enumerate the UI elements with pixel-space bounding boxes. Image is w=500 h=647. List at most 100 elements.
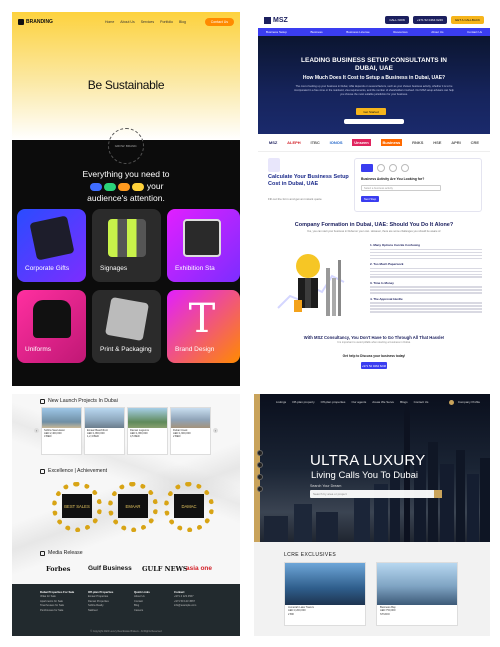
get-started-button[interactable]: Get Started <box>356 108 386 115</box>
company-profile-link[interactable]: Company Profile <box>458 400 480 404</box>
listing-card[interactable]: Jumeirah Lake Towers AED 3,200,000 2 BR <box>284 562 366 626</box>
media-logo-gulf-news: GULF NEWS <box>142 565 188 573</box>
main-menu: Business Setup Business Business License… <box>258 28 490 36</box>
branding-site-screenshot: BRANDING Home About Us Services Portfoli… <box>12 12 240 386</box>
phone-cta-button[interactable]: +971 52 0464 6246 <box>361 362 387 369</box>
tagline-line-1: Everything you need to <box>82 169 170 179</box>
project-card[interactable]: Emaar Beachfront AED 1,800,000 1,2,3 BED <box>84 407 125 455</box>
search-input[interactable]: Search by area or project <box>310 490 442 498</box>
social-icons <box>257 450 263 492</box>
tagline: Everything you need to your audience's a… <box>12 168 240 204</box>
step-active-icon <box>361 164 373 172</box>
carousel-prev-icon[interactable]: ‹ <box>34 428 39 433</box>
step-icon <box>401 164 409 172</box>
facebook-icon[interactable] <box>257 450 263 456</box>
partner-logo: MSZ <box>268 140 278 145</box>
listing-card[interactable]: Business Bay AED 750,000 STUDIO <box>376 562 458 626</box>
hero-headline: Be Sustainable <box>87 78 165 92</box>
service-tile-print-packaging[interactable]: Print & Packaging <box>92 290 161 363</box>
project-card[interactable]: Dubai Creek AED 1,600,000 2 BED <box>170 407 211 455</box>
challenge-heading: 2. Too Much Paperwork <box>370 261 404 266</box>
tagline-line-2: your <box>12 180 240 192</box>
calculator-title: Calculate Your Business Setup Cost in Du… <box>268 174 349 187</box>
site-logo[interactable]: BRANDING <box>18 19 53 25</box>
callback-button[interactable]: GET A CALLBACK <box>450 16 484 24</box>
nav-link-portfolio[interactable]: Portfolio <box>160 20 173 24</box>
top-nav: Listings Off-plan property Off-plan prop… <box>254 394 490 410</box>
hero-subtitle: How Much Does It Cost to Setup a Busines… <box>302 75 446 81</box>
service-tile-exhibition[interactable]: Exhibition Sta <box>167 209 240 282</box>
brand-pill-icon <box>89 182 102 191</box>
real-estate-site-screenshot: New Launch Projects In Dubai ‹ Sobha Sea… <box>12 394 240 636</box>
menu-item[interactable]: Business License <box>346 30 369 34</box>
instagram-icon[interactable] <box>257 462 263 468</box>
next-step-button[interactable]: Next Step <box>361 196 379 202</box>
nav-link-blog[interactable]: Blog <box>179 20 186 24</box>
logo-mark-icon <box>18 19 24 25</box>
call-now-button[interactable]: CALL NOW <box>385 16 409 24</box>
business-setup-site-screenshot: MSZ CALL NOW +971 52 0464 6246 GET A CAL… <box>258 12 490 386</box>
nav-link[interactable]: Off-plan property <box>292 400 314 404</box>
nav-link[interactable]: Off-plan properties <box>321 400 346 404</box>
listing-image <box>377 563 457 605</box>
businessman-illustration <box>270 238 356 324</box>
service-tile-corporate-gifts[interactable]: Corporate Gifts <box>17 209 86 282</box>
tagline-line-3: audience's attention. <box>87 193 165 203</box>
globe-icon[interactable] <box>448 399 454 405</box>
nav-link-home[interactable]: Home <box>105 20 114 24</box>
linkedin-icon[interactable] <box>257 474 263 480</box>
hero-body: The cost of setting up your business in … <box>294 85 454 96</box>
search-icon[interactable] <box>434 490 442 498</box>
service-tile-uniforms[interactable]: Uniforms <box>17 290 86 363</box>
brand-pill-icon <box>131 182 144 191</box>
copyright: © Copyright 2024 Luxury Real Estate Brok… <box>90 630 162 633</box>
logo-mark-icon <box>264 16 271 24</box>
business-activity-select[interactable]: Select a business activity <box>361 185 441 191</box>
media-logo-gulf-business: Gulf Business <box>88 565 132 572</box>
menu-item[interactable]: Business Setup <box>266 30 287 34</box>
partner-logo: Unseen <box>352 139 371 146</box>
get-advice-label: Get help to Discuss your business today! <box>342 354 406 358</box>
step-icon <box>377 164 385 172</box>
formation-title: Company Formation in Dubai, UAE: Should … <box>294 222 454 228</box>
hero-title: LEADING BUSINESS SETUP CONSULTANTS IN DU… <box>301 57 447 72</box>
partner-logo: RNKS <box>412 140 424 145</box>
nav-link[interactable]: Contact Us <box>414 400 429 404</box>
top-bar: MSZ CALL NOW +971 52 0464 6246 GET A CAL… <box>258 12 490 28</box>
hero-headline: ULTRA LUXURY <box>310 452 426 469</box>
nav-link[interactable]: Blogs <box>400 400 408 404</box>
menu-item[interactable]: About Us <box>431 30 443 34</box>
nav-link-about[interactable]: About Us <box>120 20 134 24</box>
step-icon <box>389 164 397 172</box>
challenge-heading: 3. Time Is Money <box>370 280 394 285</box>
nav-link[interactable]: Areas We Serve <box>372 400 394 404</box>
challenges-list: 1. Many Options Can Be Confusing 2. Too … <box>370 240 482 313</box>
contact-button[interactable]: Contact Us <box>204 18 234 26</box>
youtube-icon[interactable] <box>257 486 263 492</box>
project-card[interactable]: Sobha Sea Haven AED 2,400,000 3 BED <box>41 407 82 455</box>
project-card[interactable]: Damac Lagoons AED 1,950,000 4,5 BED <box>127 407 168 455</box>
nav-link-services[interactable]: Services <box>141 20 154 24</box>
trophy-icon <box>40 468 45 474</box>
question-label: Business Activity Are You Looking for? <box>361 177 425 181</box>
phone-button[interactable]: +971 52 0464 6246 <box>412 16 447 24</box>
site-logo[interactable]: MSZ <box>264 16 288 24</box>
menu-item[interactable]: Resources <box>393 30 407 34</box>
partner-logos: MSZ ALEPH ITBC IONOS Unseen Business RNK… <box>258 134 490 152</box>
carousel-next-icon[interactable]: › <box>213 428 218 433</box>
partner-logo: CRE <box>470 140 480 145</box>
service-tile-brand-design[interactable]: T Brand Design <box>167 290 240 363</box>
exclusives-title: LCRE EXCLUSIVES <box>284 552 337 558</box>
partner-logo: APRI <box>451 140 461 145</box>
consultancy-subtitle: It is important to avoid pitfalls when s… <box>337 341 411 344</box>
nav-link[interactable]: Our agents <box>351 400 366 404</box>
project-image <box>42 408 81 428</box>
nav-link[interactable]: Listings <box>276 400 286 404</box>
calculator-form: Business Activity Are You Looking for? S… <box>354 158 482 212</box>
menu-item[interactable]: Contact Us <box>467 30 482 34</box>
service-tile-signages[interactable]: Signages <box>92 209 161 282</box>
menu-item[interactable]: Business <box>310 30 322 34</box>
calculator-subtitle: Fill out the form and get an instant quo… <box>268 197 322 201</box>
uniform-shirt-icon <box>33 300 71 338</box>
gift-box-icon <box>29 215 75 261</box>
